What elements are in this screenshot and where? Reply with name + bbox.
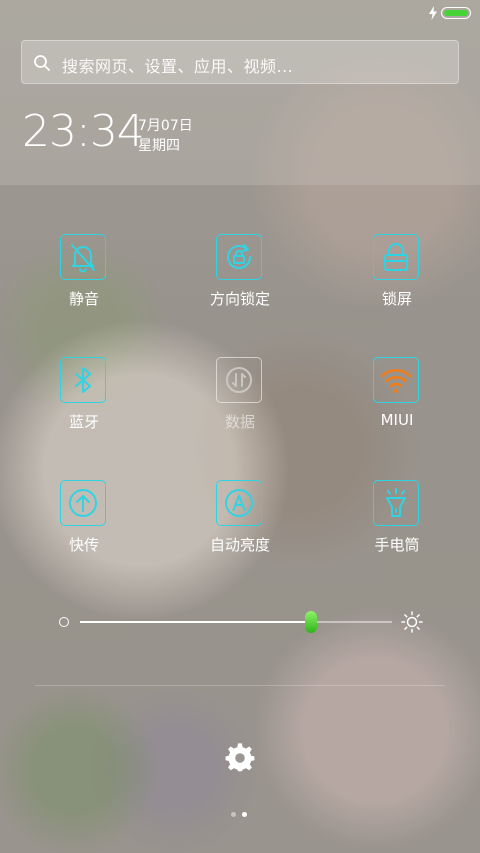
toggle-bluetooth-box xyxy=(60,357,106,403)
bluetooth-icon xyxy=(75,367,91,393)
search-bar[interactable]: 搜索网页、设置、应用、视频... xyxy=(21,40,459,84)
toggle-flashlight-box xyxy=(373,480,419,526)
header-band xyxy=(0,0,480,185)
brightness-slider-thumb[interactable] xyxy=(304,611,317,633)
page-indicator xyxy=(231,812,251,818)
toggle-rotation-lock[interactable]: 方向锁定 xyxy=(185,234,295,324)
battery-level xyxy=(444,10,468,16)
status-bar xyxy=(0,0,480,26)
clock-time: 23:34 xyxy=(22,106,145,157)
divider xyxy=(35,685,445,686)
toggle-flashlight[interactable]: 手电筒 xyxy=(342,480,452,570)
toggle-bluetooth[interactable]: 蓝牙 xyxy=(29,357,139,447)
clock-date: 7月07日 星期四 xyxy=(138,116,193,156)
brightness-slider-fill xyxy=(80,621,311,623)
toggle-mobile-data-box xyxy=(216,357,262,403)
toggle-auto-brightness-label: 自动亮度 xyxy=(209,536,270,554)
charging-icon xyxy=(429,6,437,20)
brightness-low-icon xyxy=(59,617,69,627)
date-text: 7月07日 xyxy=(138,118,193,134)
lock-icon xyxy=(384,243,408,271)
page-dot-2 xyxy=(242,812,247,817)
toggle-lock-screen[interactable]: 锁屏 xyxy=(342,234,452,324)
toggle-silent-label: 静音 xyxy=(68,290,99,308)
toggle-flashlight-label: 手电筒 xyxy=(374,536,420,554)
toggle-wifi-label: MIUI xyxy=(380,411,414,429)
search-icon xyxy=(34,55,50,71)
page-dot-1 xyxy=(231,812,236,817)
toggle-wifi[interactable]: MIUI xyxy=(342,357,452,447)
toggle-wifi-box xyxy=(373,357,419,403)
auto-brightness-icon xyxy=(225,489,253,517)
toggle-silent[interactable]: 静音 xyxy=(29,234,139,324)
toggle-auto-brightness-box xyxy=(216,480,262,526)
toggle-lock-screen-label: 锁屏 xyxy=(381,290,412,308)
settings-gear-icon[interactable] xyxy=(225,743,255,773)
brightness-high-icon xyxy=(401,611,423,633)
battery-icon xyxy=(441,7,471,19)
brightness-slider[interactable] xyxy=(80,611,392,633)
toggle-quick-share-label: 快传 xyxy=(68,536,99,554)
toggle-rotation-lock-label: 方向锁定 xyxy=(209,290,270,308)
toggle-rotation-lock-box xyxy=(216,234,262,280)
toggle-auto-brightness[interactable]: 自动亮度 xyxy=(185,480,295,570)
mobile-data-icon xyxy=(226,367,252,393)
flashlight-icon xyxy=(386,488,406,517)
toggle-bluetooth-label: 蓝牙 xyxy=(68,413,99,431)
toggle-quick-share[interactable]: 快传 xyxy=(29,480,139,570)
search-placeholder: 搜索网页、设置、应用、视频... xyxy=(62,57,294,76)
toggle-silent-box xyxy=(60,234,106,280)
toggle-lock-screen-box xyxy=(373,234,419,280)
quick-share-icon xyxy=(69,489,97,517)
toggle-quick-share-box xyxy=(60,480,106,526)
toggle-mobile-data-label: 数据 xyxy=(224,413,255,431)
weekday-text: 星期四 xyxy=(138,138,180,154)
toggle-mobile-data[interactable]: 数据 xyxy=(185,357,295,447)
wifi-icon xyxy=(380,369,412,394)
bell-off-icon xyxy=(71,244,95,273)
rotation-lock-icon xyxy=(227,244,252,270)
